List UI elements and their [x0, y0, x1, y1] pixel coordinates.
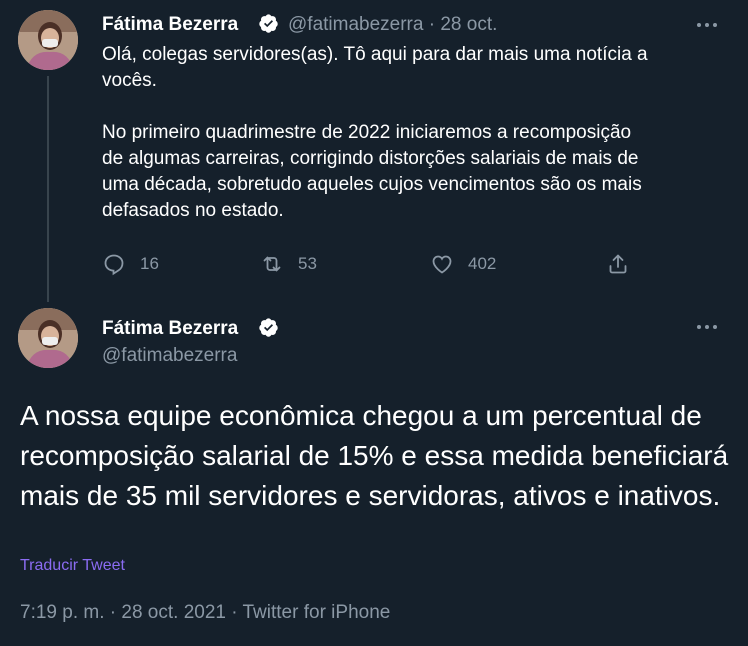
author-handle[interactable]: @fatimabezerra: [102, 345, 237, 367]
tweet-date[interactable]: 28 oct.: [440, 14, 497, 35]
more-options-icon[interactable]: [694, 20, 720, 30]
author-handle[interactable]: @fatimabezerra: [288, 14, 423, 35]
tweet-text: Olá, colegas servidores(as). Tô aqui par…: [102, 44, 648, 221]
share-button[interactable]: [606, 252, 630, 276]
author-name[interactable]: Fátima Bezerra: [102, 318, 238, 340]
retweet-button[interactable]: 53: [260, 252, 317, 276]
like-count: 402: [468, 254, 497, 273]
reply-icon: [104, 254, 124, 276]
retweet-count: 53: [298, 254, 317, 273]
avatar[interactable]: [18, 308, 78, 368]
avatar-image: [18, 308, 78, 368]
verified-badge-icon: [259, 318, 278, 337]
tweet-text: A nossa equipe econômica chegou a um per…: [20, 400, 729, 511]
tweet-actions: 16 53 402: [102, 252, 642, 278]
share-icon: [609, 254, 627, 274]
thread-line: [47, 76, 49, 302]
reply-count: 16: [140, 254, 159, 273]
retweet-icon: [263, 256, 281, 272]
more-options-icon[interactable]: [694, 322, 720, 332]
author-name[interactable]: Fátima Bezerra: [102, 14, 238, 36]
translate-tweet-link[interactable]: Traducir Tweet: [20, 557, 125, 575]
reply-button[interactable]: 16: [102, 252, 159, 276]
heart-icon: [432, 255, 452, 274]
avatar-image: [18, 10, 78, 70]
verified-badge-icon: [259, 14, 278, 33]
like-button[interactable]: 402: [430, 252, 496, 276]
separator: ·: [428, 14, 436, 35]
avatar[interactable]: [18, 10, 78, 70]
tweet-timestamp[interactable]: 7:19 p. m. · 28 oct. 2021 · Twitter for …: [20, 602, 390, 624]
